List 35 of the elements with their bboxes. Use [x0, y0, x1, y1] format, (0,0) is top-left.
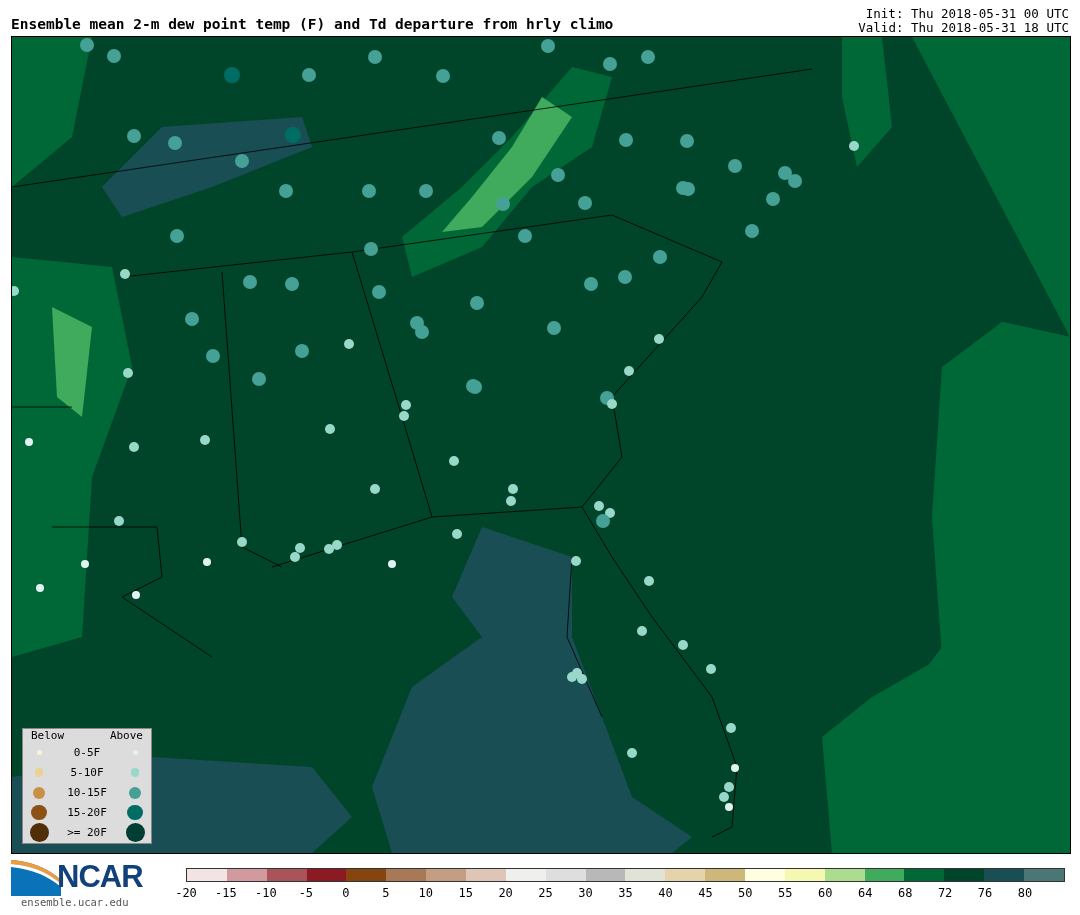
colorbar-tick-label: 60	[818, 886, 833, 900]
colorbar-tick-label: 68	[897, 886, 913, 900]
legend-label: >= 20F	[67, 826, 107, 840]
init-time: Init: Thu 2018-05-31 00 UTC	[865, 7, 1069, 21]
colorbar-tick-label: 64	[858, 886, 873, 900]
colorbar-tick-label: 20	[498, 886, 513, 900]
colorbar-tick-label: 35	[618, 886, 633, 900]
colorbar-tick-label: 25	[538, 886, 553, 900]
legend-label: 10-15F	[67, 786, 107, 799]
colorbar-tick-label: -10	[255, 886, 277, 900]
chart-title: Ensemble mean 2-m dew point temp (F) and Td departure from hrly climo	[11, 16, 614, 34]
colorbar-tick-label: 72	[937, 886, 953, 900]
colorbar-tick-label: 80	[1017, 886, 1033, 900]
site-url: ensemble.ucar.edu	[20, 896, 130, 908]
colorbar-tick-label: 0	[342, 886, 350, 900]
logo-text: NCAR	[57, 860, 143, 894]
valid-time: Valid: Thu 2018-05-31 18 UTC	[858, 21, 1069, 35]
colorbar-tick-label: 55	[778, 886, 793, 900]
colorbar-tick-label: 76	[977, 886, 993, 900]
legend-header: Below	[31, 730, 65, 742]
legend-label: 0-5F	[73, 745, 101, 759]
colorbar-tick-label: 5	[382, 886, 390, 900]
colorbar-tick-label: -15	[215, 886, 237, 900]
legend-label: 5-10F	[70, 765, 104, 779]
colorbar-tick-label: -5	[298, 886, 314, 900]
swoosh-logo-icon	[11, 858, 61, 896]
colorbar-tick-label: -20	[175, 886, 197, 900]
colorbar-tick-label: 50	[738, 886, 753, 900]
colorbar-tick-label: 40	[658, 886, 673, 900]
legend-label: 15-20F	[67, 806, 107, 820]
colorbar-tick-label: 15	[458, 886, 473, 900]
colorbar-tick-label: 10	[418, 886, 433, 900]
colorbar-tick-label: 45	[698, 886, 713, 900]
colorbar-tick-label: 30	[578, 886, 593, 900]
legend-header: Above	[109, 730, 143, 742]
